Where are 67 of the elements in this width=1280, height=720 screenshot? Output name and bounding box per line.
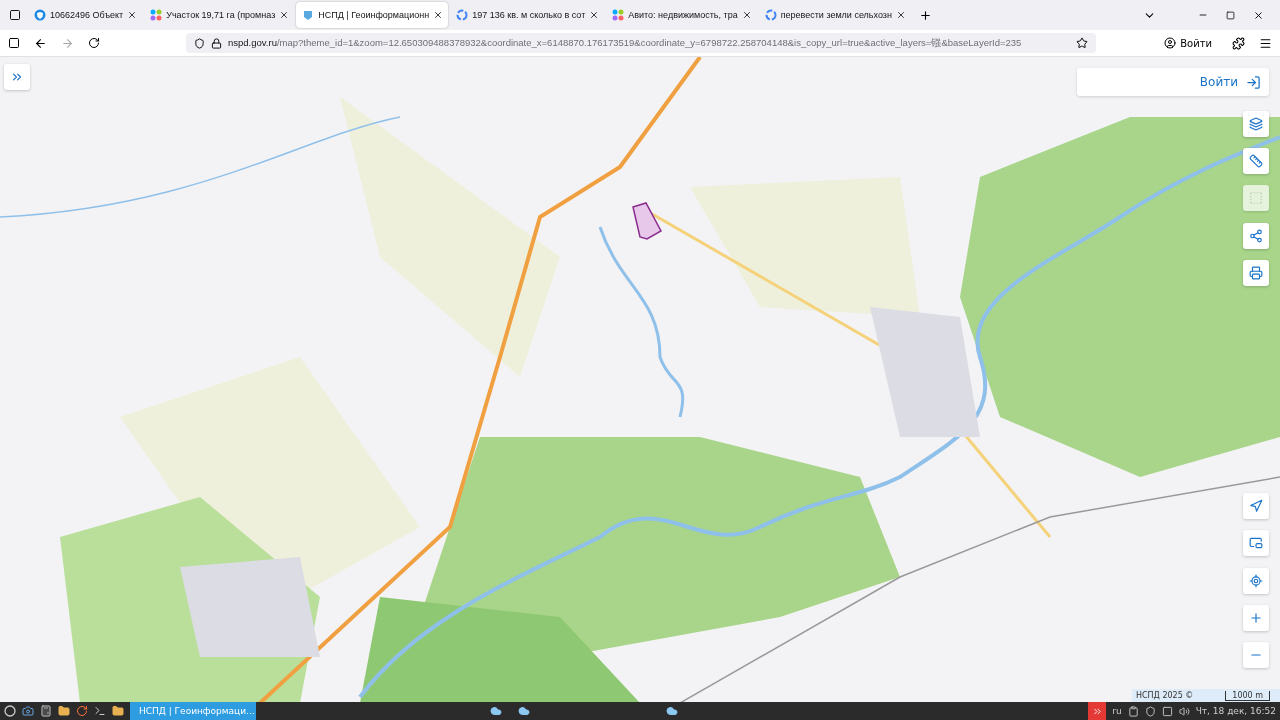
map-tool-button[interactable]: [1243, 530, 1269, 556]
close-icon[interactable]: [741, 10, 752, 20]
close-icon[interactable]: [1253, 9, 1264, 21]
attribution-text: НСПД 2025 ©: [1136, 691, 1194, 700]
volume-icon[interactable]: [1178, 705, 1190, 717]
selection-icon: [1249, 191, 1263, 205]
window-icon[interactable]: [1161, 705, 1173, 717]
extensions-icon[interactable]: [1232, 36, 1245, 50]
double-chevron-icon: [10, 70, 24, 84]
minimap-icon: [1249, 536, 1263, 550]
browser-tab[interactable]: перевести земли сельхозн: [758, 2, 911, 28]
menu-icon[interactable]: [1259, 36, 1272, 50]
browser-tab[interactable]: 10662496 Объект: [28, 2, 143, 28]
scale-bar: 1000 m: [1225, 690, 1270, 701]
close-icon[interactable]: [127, 10, 138, 20]
navigation-arrow-icon: [1249, 499, 1263, 513]
reload-icon[interactable]: [88, 37, 100, 49]
cloud-icon[interactable]: [518, 705, 530, 717]
keyboard-layout[interactable]: ru: [1112, 706, 1122, 716]
cloud-icon[interactable]: [666, 705, 678, 717]
browser-tab[interactable]: НСПД | Геоинформационн: [296, 2, 449, 28]
layers-icon: [1249, 117, 1263, 131]
bookmark-star-icon[interactable]: [1076, 37, 1088, 49]
new-tab-icon[interactable]: [918, 8, 932, 22]
close-icon[interactable]: [895, 10, 906, 20]
map-tool-button[interactable]: [1243, 568, 1269, 594]
back-icon[interactable]: [34, 36, 47, 50]
menu-logo-icon[interactable]: [4, 705, 16, 717]
clipboard-icon[interactable]: [1127, 705, 1139, 717]
ruler-icon: [1249, 154, 1263, 168]
folder-icon[interactable]: [112, 705, 124, 717]
folder-icon[interactable]: [58, 705, 70, 717]
terminal-icon[interactable]: [94, 705, 106, 717]
printer-icon: [1249, 266, 1263, 280]
expand-panel-button[interactable]: [4, 64, 30, 90]
sidebar-icon[interactable]: [8, 37, 20, 49]
close-icon[interactable]: [433, 10, 444, 20]
app-tray-icon[interactable]: [1088, 702, 1107, 720]
share-icon: [1249, 229, 1263, 243]
cloud-icon[interactable]: [490, 705, 502, 717]
map-tool-button[interactable]: [1243, 148, 1269, 174]
calculator-icon[interactable]: [40, 705, 52, 717]
plus-icon: [1249, 611, 1263, 625]
url-text: nspd.gov.ru/map?theme_id=1&zoom=12.650309488378932&coordinate_x=6148870.176173519&coordinate_y=6798722.258704148&is_copy_url=true&active_layers=镪&baseLayerId=235: [228, 36, 1023, 50]
dots-icon: [150, 9, 163, 21]
close-icon[interactable]: [589, 10, 600, 20]
shield-icon: [194, 37, 205, 49]
map-tool-button[interactable]: [1243, 493, 1269, 519]
shield-icon[interactable]: [1144, 705, 1156, 717]
map-tool-button[interactable]: [1243, 223, 1269, 249]
browser-tab[interactable]: Авито: недвижимость, тра: [606, 2, 757, 28]
clock[interactable]: Чт, 18 дек, 16:52: [1195, 706, 1276, 716]
restore-icon[interactable]: [1226, 10, 1235, 20]
user-icon: [1164, 37, 1177, 49]
address-field[interactable]: nspd.gov.ru/map?theme_id=1&zoom=12.650309488378932&coordinate_x=6148870.176173519&coordinate_y=6798722.258704148&is_copy_url=true&active_layers=镪&baseLayerId=235: [186, 33, 1096, 53]
shield-icon: [34, 9, 46, 21]
browser-tab[interactable]: 197 136 кв. м сколько в сот: [450, 2, 605, 28]
browser-tab[interactable]: Участок 19,71 га (промназ: [144, 2, 295, 28]
locate-icon: [1249, 574, 1263, 588]
dots-icon: [612, 9, 625, 21]
login-icon: [1246, 74, 1261, 90]
login-button[interactable]: Войти: [1077, 68, 1269, 96]
map-tool-button[interactable]: [1243, 260, 1269, 286]
close-icon[interactable]: [279, 10, 290, 20]
camera-icon[interactable]: [22, 705, 34, 717]
map-tool-button[interactable]: [1243, 111, 1269, 137]
lock-icon: [211, 37, 222, 49]
